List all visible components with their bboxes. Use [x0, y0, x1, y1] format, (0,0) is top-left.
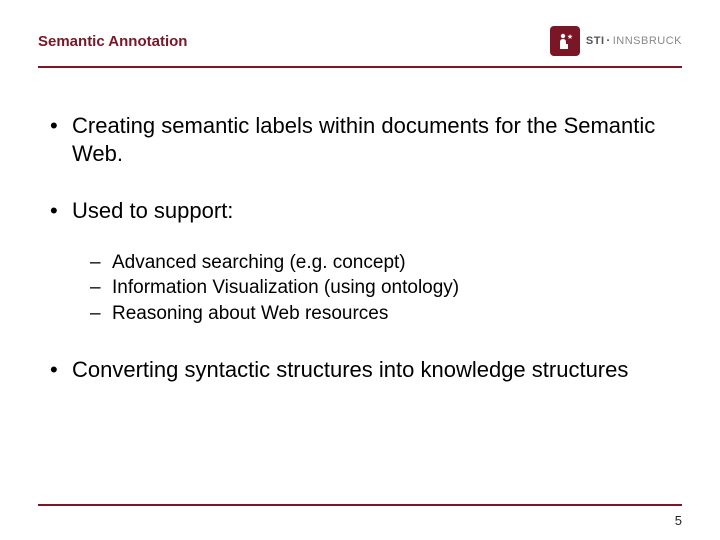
- bullet-text: Creating semantic labels within document…: [72, 113, 655, 166]
- bullet-text: Used to support:: [72, 198, 233, 223]
- bullet-list: Creating semantic labels within document…: [46, 112, 674, 383]
- logo-badge: [550, 26, 580, 56]
- page-number: 5: [675, 513, 682, 528]
- logo-text-main: STI: [586, 35, 605, 47]
- slide-header: Semantic Annotation STI·INNSBRUCK: [38, 22, 682, 60]
- bullet-item: Converting syntactic structures into kno…: [46, 356, 674, 384]
- sub-bullet-item: Information Visualization (using ontolog…: [90, 276, 674, 300]
- logo: STI·INNSBRUCK: [550, 26, 682, 56]
- sub-bullet-text: Advanced searching (e.g. concept): [112, 252, 406, 273]
- footer-divider: [38, 504, 682, 506]
- logo-text-sub: INNSBRUCK: [613, 35, 682, 47]
- bullet-text: Converting syntactic structures into kno…: [72, 357, 628, 382]
- sub-bullet-text: Reasoning about Web resources: [112, 303, 388, 324]
- bullet-item: Creating semantic labels within document…: [46, 112, 674, 167]
- logo-text: STI·INNSBRUCK: [586, 35, 682, 47]
- slide-body: Creating semantic labels within document…: [38, 68, 682, 383]
- sub-bullet-item: Advanced searching (e.g. concept): [90, 251, 674, 275]
- bullet-item: Used to support: Advanced searching (e.g…: [46, 197, 674, 326]
- slide: Semantic Annotation STI·INNSBRUCK Creati…: [0, 0, 720, 540]
- sub-bullet-list: Advanced searching (e.g. concept) Inform…: [72, 251, 674, 326]
- person-star-icon: [555, 31, 575, 51]
- slide-title: Semantic Annotation: [38, 33, 187, 50]
- logo-text-sep: ·: [605, 35, 613, 47]
- sub-bullet-item: Reasoning about Web resources: [90, 302, 674, 326]
- sub-bullet-text: Information Visualization (using ontolog…: [112, 277, 459, 298]
